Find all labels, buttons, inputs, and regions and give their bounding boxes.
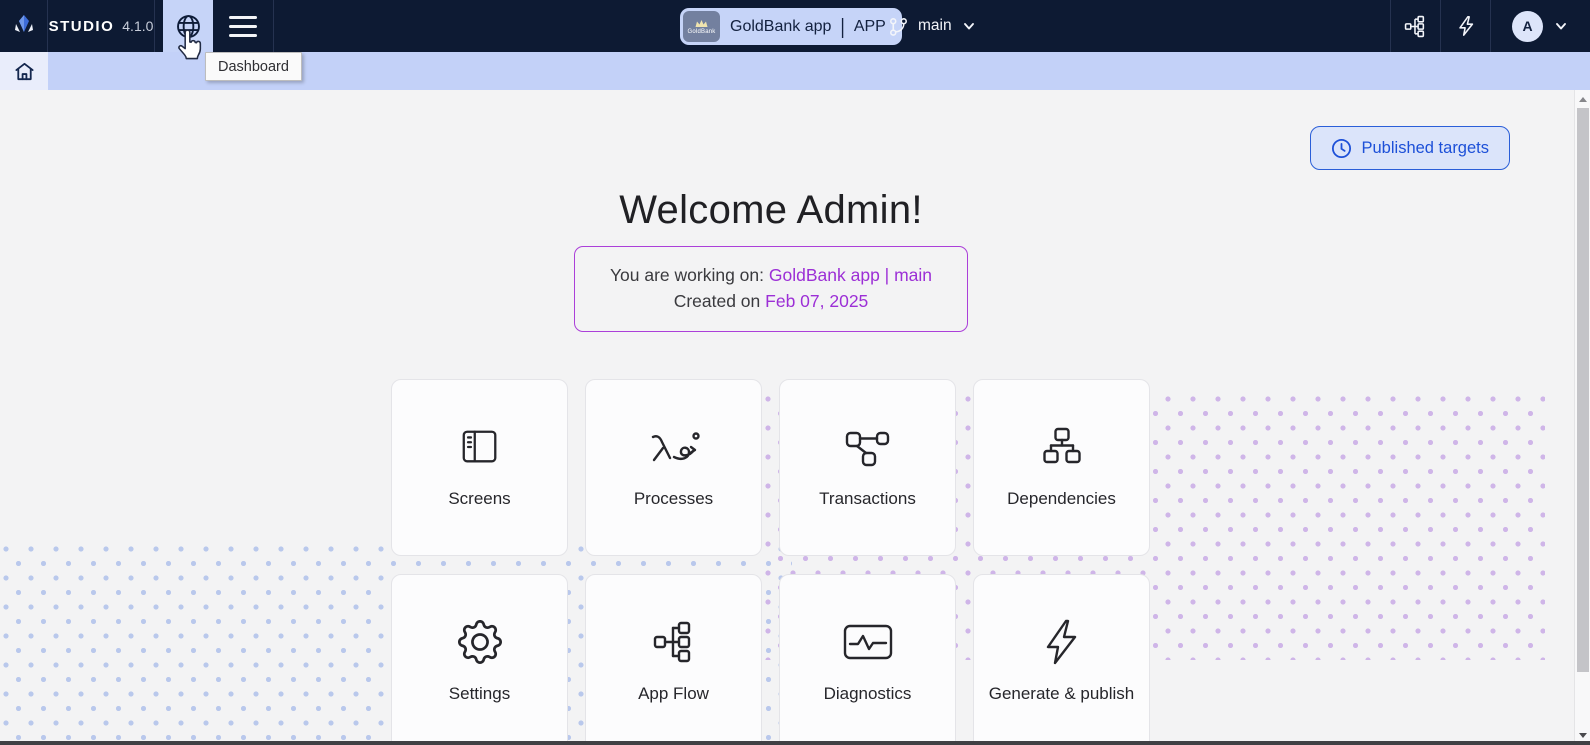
crown-icon [694,19,709,28]
card-label: Dependencies [1007,489,1116,509]
dashboard-card-grid: Screens Processes Transactions Dependenc… [391,379,1151,745]
studio-gem-logo-icon [10,12,38,40]
home-button[interactable] [0,52,48,90]
goldbank-crown-logo: GoldBank [683,11,720,42]
hamburger-icon [229,16,257,19]
card-diagnostics[interactable]: Diagnostics [779,574,956,745]
card-screens[interactable]: Screens [391,379,568,556]
settings-icon [458,617,502,667]
vertical-scrollbar[interactable] [1574,90,1590,745]
top-navbar: STUDIO 4.1.0 GoldBank GoldBank app [0,0,1590,52]
card-label: Processes [634,489,713,509]
pill-separator: | [840,14,844,39]
working-on-box: You are working on: GoldBank app | main … [574,246,968,332]
chevron-down-icon[interactable] [1553,18,1569,34]
app-type-badge: APP [854,18,886,36]
working-on-link[interactable]: GoldBank app | main [769,265,932,285]
card-label: Settings [449,684,510,704]
created-on-date: Feb 07, 2025 [765,291,868,311]
processes-icon [647,422,701,472]
branch-name: main [918,17,952,35]
app-flow-icon [652,617,696,667]
diagnostics-icon [842,617,894,667]
lightning-icon [1455,15,1477,37]
chevron-down-icon[interactable] [961,18,977,34]
profile-menu[interactable]: A [1490,0,1590,52]
studio-gem-logo[interactable] [0,0,48,52]
main-menu-button[interactable] [213,0,273,52]
avatar[interactable]: A [1512,11,1543,42]
card-settings[interactable]: Settings [391,574,568,745]
app-name: GoldBank app [730,18,831,36]
card-dependencies[interactable]: Dependencies [973,379,1150,556]
card-label: App Flow [638,684,709,704]
nav-divider [273,0,274,52]
card-processes[interactable]: Processes [585,379,762,556]
scroll-up-arrow-icon[interactable] [1579,97,1587,102]
card-transactions[interactable]: Transactions [779,379,956,556]
tooltip: Dashboard [205,52,302,81]
app-flow-nav-button[interactable] [1390,0,1440,52]
page-title: Welcome Admin! [391,188,1151,233]
brand-name: STUDIO [49,18,115,35]
current-app-button[interactable]: GoldBank GoldBank app | APP [680,8,902,45]
screens-icon [459,422,501,472]
card-generate-publish[interactable]: Generate & publish [973,574,1150,745]
generate-publish-icon [1042,617,1082,667]
dependencies-icon [1038,422,1086,472]
scrollbar-thumb[interactable] [1577,108,1589,672]
clock-icon [1331,138,1352,159]
brand: STUDIO 4.1.0 [48,0,155,52]
card-label: Transactions [819,489,916,509]
tooltip-text: Dashboard [218,59,289,75]
created-on-prefix: Created on [674,291,761,311]
window-bottom-edge [0,741,1590,745]
transactions-icon [844,422,892,472]
card-label: Generate & publish [989,684,1135,704]
branch-selector[interactable]: main [888,0,977,52]
hand-cursor-icon [175,29,202,60]
card-app-flow[interactable]: App Flow [585,574,762,745]
card-label: Diagnostics [824,684,912,704]
pill-logo-text: GoldBank [688,29,716,35]
dashboard-main: Published targets Welcome Admin! You are… [0,90,1574,745]
generate-publish-nav-button[interactable] [1440,0,1490,52]
published-targets-label: Published targets [1362,139,1490,158]
working-on-prefix: You are working on: [610,265,764,285]
app-window: STUDIO 4.1.0 GoldBank GoldBank app [0,0,1590,745]
sitemap-icon [1404,15,1427,38]
card-label: Screens [448,489,510,509]
home-icon [13,60,36,83]
brand-version: 4.1.0 [122,18,153,34]
scroll-down-arrow-icon[interactable] [1579,733,1587,738]
published-targets-button[interactable]: Published targets [1310,126,1511,170]
git-branch-icon [888,16,909,37]
